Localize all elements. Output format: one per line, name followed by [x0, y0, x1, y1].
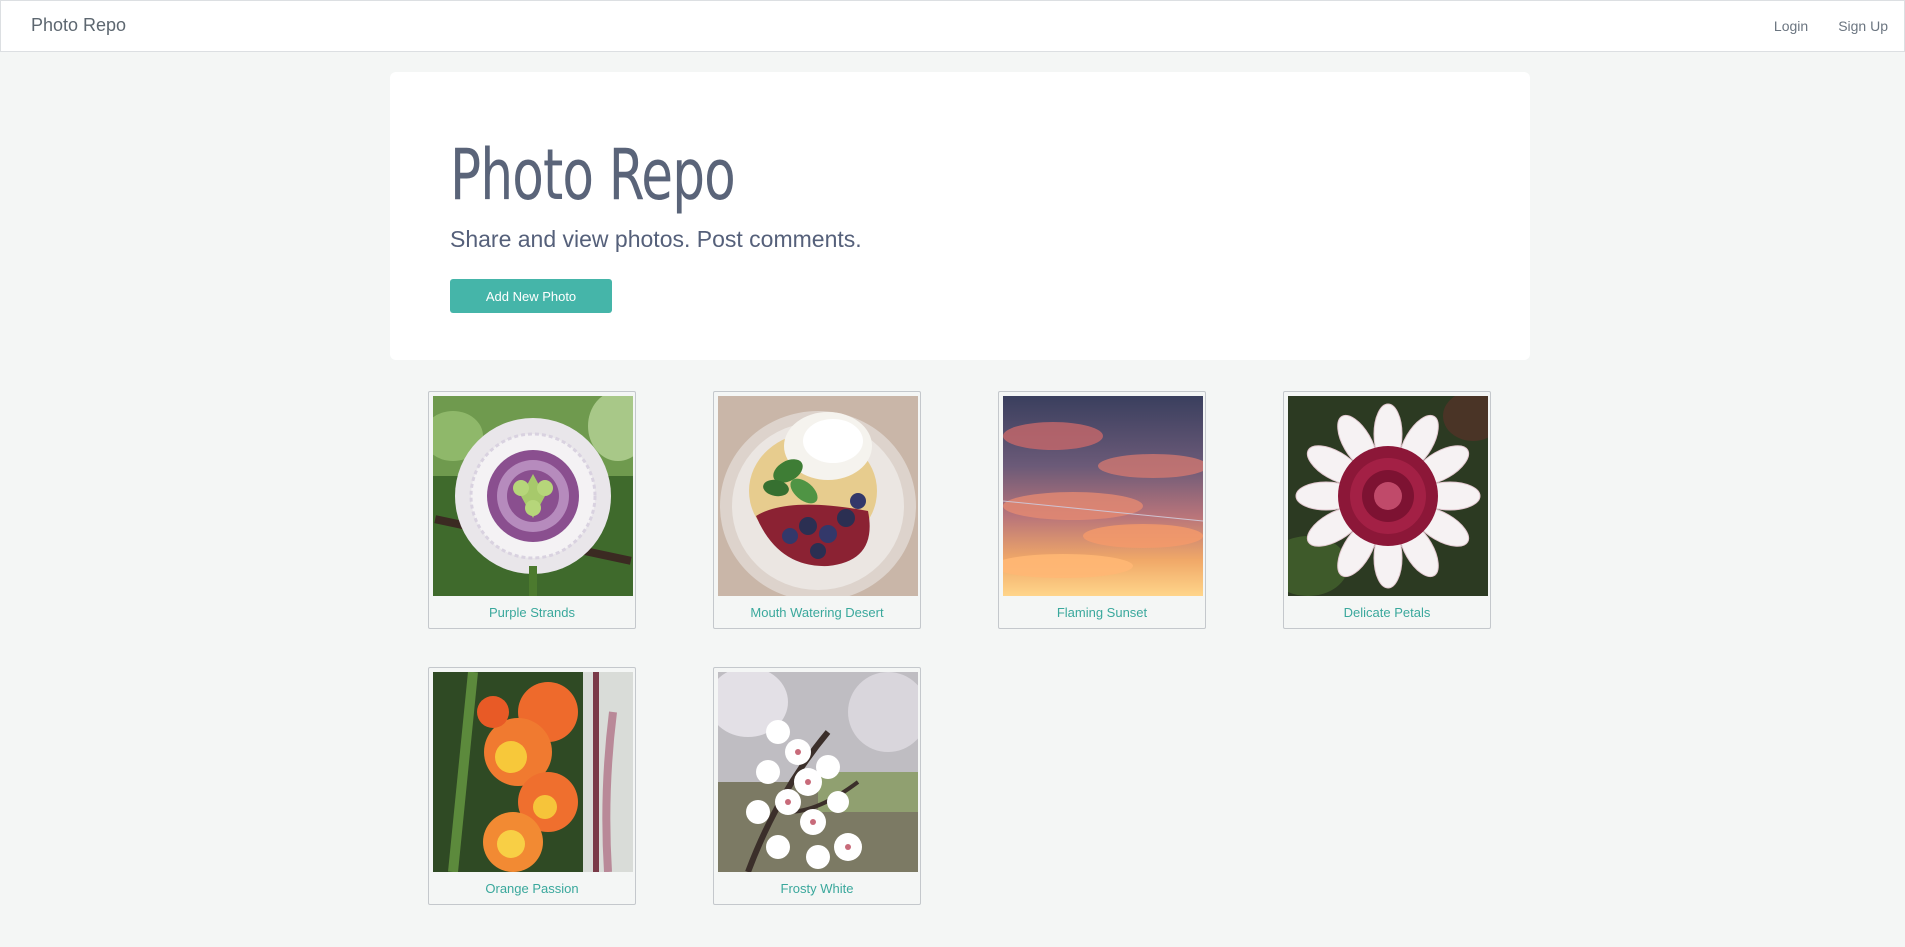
photo-title-link[interactable]: Purple Strands: [429, 605, 635, 620]
berry-dessert-photo[interactable]: [718, 396, 918, 596]
nav-right: Login Sign Up: [1774, 18, 1888, 34]
photo-card[interactable]: Flaming Sunset: [998, 391, 1206, 629]
photo-card[interactable]: Mouth Watering Desert: [713, 391, 921, 629]
photo-card[interactable]: Delicate Petals: [1283, 391, 1491, 629]
signup-link[interactable]: Sign Up: [1838, 18, 1888, 34]
photo-card[interactable]: Frosty White: [713, 667, 921, 905]
jumbotron: Photo Repo Share and view photos. Post c…: [390, 72, 1530, 360]
sunset-sky-photo[interactable]: [1003, 396, 1203, 596]
passion-flower-photo[interactable]: [433, 396, 633, 596]
add-new-photo-button[interactable]: Add New Photo: [450, 279, 612, 313]
photo-card[interactable]: Orange Passion: [428, 667, 636, 905]
page-lead: Share and view photos. Post comments.: [450, 226, 862, 252]
photo-card[interactable]: Purple Strands: [428, 391, 636, 629]
page-title: Photo Repo: [450, 134, 736, 216]
photo-title-link[interactable]: Mouth Watering Desert: [714, 605, 920, 620]
photo-title-link[interactable]: Flaming Sunset: [999, 605, 1205, 620]
photo-title-link[interactable]: Frosty White: [714, 881, 920, 896]
photo-title-link[interactable]: Orange Passion: [429, 881, 635, 896]
navbar: Photo Repo Login Sign Up: [0, 0, 1905, 52]
gladiolus-flower-photo[interactable]: [433, 672, 633, 872]
login-link[interactable]: Login: [1774, 18, 1808, 34]
photo-title-link[interactable]: Delicate Petals: [1284, 605, 1490, 620]
almond-blossom-photo[interactable]: [718, 672, 918, 872]
brand-link[interactable]: Photo Repo: [31, 15, 126, 36]
dahlia-flower-photo[interactable]: [1288, 396, 1488, 596]
